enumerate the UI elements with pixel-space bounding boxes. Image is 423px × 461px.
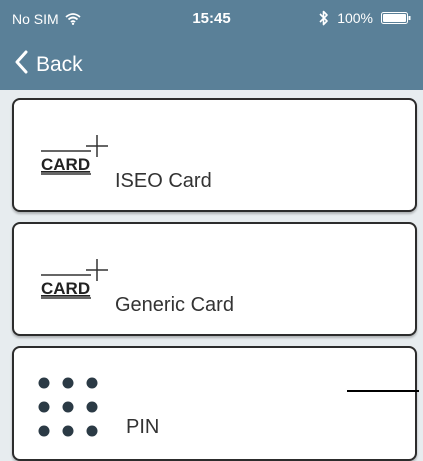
option-generic-card[interactable]: CARD Generic Card [12,222,417,336]
option-pin[interactable]: PIN [12,346,419,461]
option-label: Generic Card [115,294,234,316]
option-label: PIN [126,416,160,438]
card-icon-text: CARD [41,155,90,174]
back-button[interactable]: Back [14,50,83,79]
battery-percent: 100% [337,10,373,26]
bluetooth-icon [319,10,329,26]
options-list: CARD ISEO Card CARD Generic Card PIN [0,90,423,461]
top-bar: No SIM 15:45 100% Back [0,0,423,90]
card-icon-text: CARD [41,279,90,298]
card-plus-icon: CARD [40,133,115,188]
option-label: ISEO Card [115,170,212,192]
chevron-left-icon [14,50,28,79]
status-bar: No SIM 15:45 100% [0,0,423,36]
battery-icon [381,12,411,24]
back-label: Back [36,52,83,76]
status-right: 100% [319,10,411,26]
option-iseo-card[interactable]: CARD ISEO Card [12,98,417,212]
card-plus-icon: CARD [40,257,115,312]
divider-line [347,390,419,392]
keypad-dots-icon [37,376,107,443]
navigation-bar: Back [0,40,423,90]
